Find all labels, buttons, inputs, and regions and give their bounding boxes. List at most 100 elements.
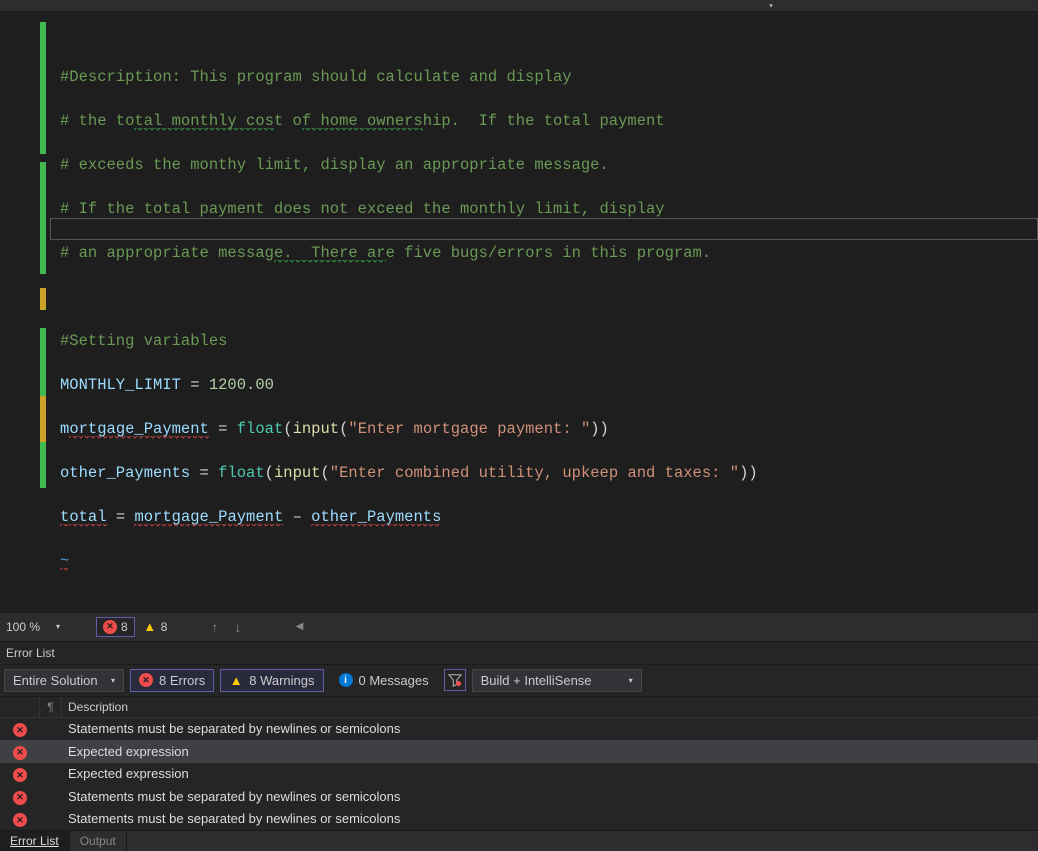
error-icon: ✕ <box>103 620 117 634</box>
errors-count: 8 <box>121 620 128 634</box>
error-message: Statements must be separated by newlines… <box>62 811 1038 826</box>
code-text: input <box>293 420 340 438</box>
change-marker <box>40 328 46 396</box>
error-row[interactable]: ✕ Expected expression <box>0 763 1038 786</box>
code-text: "Enter combined utility, upkeep and taxe… <box>330 464 739 482</box>
code-text: re ar <box>339 244 386 263</box>
code-text: )) <box>739 464 758 482</box>
messages-filter-toggle[interactable]: i 0 Messages <box>330 669 438 692</box>
errors-pill[interactable]: ✕ 8 <box>96 617 135 637</box>
warnings-indicator[interactable]: ▲ 8 <box>143 620 168 634</box>
warnings-filter-toggle[interactable]: ▲ 8 Warnings <box>220 669 323 692</box>
code-text: t o <box>274 112 302 130</box>
error-icon: ✕ <box>13 746 27 760</box>
change-marker <box>40 442 46 488</box>
error-icon: ✕ <box>13 813 27 827</box>
code-text: )) <box>590 420 609 438</box>
error-row[interactable]: ✕ Statements must be separated by newline… <box>0 718 1038 741</box>
error-table-header[interactable]: ¶ Description <box>0 697 1038 718</box>
error-row[interactable]: ✕ Statements must be separated by newline… <box>0 785 1038 808</box>
error-table: ¶ Description ✕ Statements must be separa… <box>0 697 1038 831</box>
error-icon: ✕ <box>13 723 27 737</box>
code-text: # the to <box>60 112 134 130</box>
code-text: input <box>274 464 321 482</box>
zoom-level[interactable]: 100 % <box>2 620 44 634</box>
code-text: e. The <box>274 244 339 263</box>
code-text: – <box>283 508 311 526</box>
scope-dropdown[interactable]: Entire Solution ▾ <box>4 669 124 692</box>
info-icon: i <box>339 673 353 687</box>
code-text: other_Payments <box>60 464 190 482</box>
code-text: # If the total payment does not exceed t… <box>60 200 665 218</box>
code-text: float <box>218 464 265 482</box>
change-marker <box>40 288 46 310</box>
code-text: ~ <box>60 552 69 571</box>
code-text: 1200.00 <box>209 376 274 394</box>
tab-error-list[interactable]: Error List <box>0 831 70 851</box>
code-text: ( <box>265 464 274 482</box>
code-editor[interactable]: #Description: This program should calcul… <box>0 12 1038 612</box>
code-text: hip. If the total payment <box>423 112 665 130</box>
error-message: Statements must be separated by newlines… <box>62 789 1038 804</box>
error-icon: ✕ <box>139 673 153 687</box>
error-row[interactable]: ✕ Expected expression <box>0 740 1038 763</box>
scroll-left-icon[interactable]: ◀ <box>293 621 305 633</box>
error-message: Expected expression <box>62 744 1038 759</box>
source-value: Build + IntelliSense <box>481 673 592 688</box>
code-content[interactable]: #Description: This program should calcul… <box>50 12 1038 612</box>
code-text: # exceeds the monthy limit, display an a… <box>60 156 609 174</box>
tab-output[interactable]: Output <box>70 831 127 851</box>
change-marker <box>40 396 46 442</box>
code-column-header[interactable]: ¶ <box>40 697 62 717</box>
dropdown-caret-icon[interactable]: ▾ <box>764 1 778 11</box>
source-dropdown[interactable]: Build + IntelliSense ▾ <box>472 669 642 692</box>
code-text: f home owners <box>302 112 423 131</box>
change-marker <box>40 162 46 274</box>
warning-icon: ▲ <box>143 620 157 634</box>
code-text: "Enter mortgage payment: " <box>348 420 590 438</box>
code-text: float <box>237 420 284 438</box>
editor-status-bar: 100 % ▾ ✕ 8 ▲ 8 ↑ ↓ ◀ <box>0 612 1038 642</box>
nav-up-icon[interactable]: ↑ <box>207 619 222 635</box>
error-icon: ✕ <box>13 791 27 805</box>
code-text: mortgage_Payment <box>134 508 283 527</box>
code-text: = <box>190 464 218 482</box>
change-marker <box>40 22 46 154</box>
description-column-header[interactable]: Description <box>62 697 1038 717</box>
scope-value: Entire Solution <box>13 673 98 688</box>
bottom-tab-bar: Error List Output <box>0 830 1038 851</box>
nav-down-icon[interactable]: ↓ <box>230 619 245 635</box>
code-text: MONTHLY_LIMIT <box>60 376 181 394</box>
icon-column-header[interactable] <box>0 697 40 717</box>
filter-icon[interactable] <box>444 669 466 691</box>
code-text: = <box>107 508 135 526</box>
current-line-highlight <box>50 218 1038 240</box>
code-text: ( <box>320 464 329 482</box>
chevron-down-icon: ▾ <box>111 676 115 685</box>
warning-icon: ▲ <box>229 673 243 687</box>
top-toolbar: ▾ <box>0 0 1038 12</box>
code-text: m <box>60 420 69 438</box>
messages-filter-label: 0 Messages <box>359 673 429 688</box>
code-text: #Setting variables <box>60 332 227 350</box>
code-text: #Description: This program should calcul… <box>60 68 572 86</box>
error-message: Expected expression <box>62 766 1038 781</box>
errors-filter-label: 8 Errors <box>159 673 205 688</box>
error-message: Statements must be separated by newlines… <box>62 721 1038 736</box>
error-icon: ✕ <box>13 768 27 782</box>
code-text: = <box>181 376 209 394</box>
code-text: # an appropriate messag <box>60 244 274 262</box>
code-text: ortgage_Payment <box>69 420 209 439</box>
warnings-count: 8 <box>161 620 168 634</box>
code-text: tal monthly cos <box>134 112 274 131</box>
warnings-filter-label: 8 Warnings <box>249 673 314 688</box>
code-text: = <box>209 420 237 438</box>
zoom-dropdown-icon[interactable]: ▾ <box>56 622 60 631</box>
code-text: ( <box>339 420 348 438</box>
code-text: e five bugs/errors in this program. <box>386 244 712 262</box>
error-row[interactable]: ✕ Statements must be separated by newline… <box>0 808 1038 831</box>
editor-gutter <box>0 12 50 612</box>
errors-filter-toggle[interactable]: ✕ 8 Errors <box>130 669 214 692</box>
chevron-down-icon: ▾ <box>629 676 633 685</box>
code-text: otal <box>69 508 106 527</box>
